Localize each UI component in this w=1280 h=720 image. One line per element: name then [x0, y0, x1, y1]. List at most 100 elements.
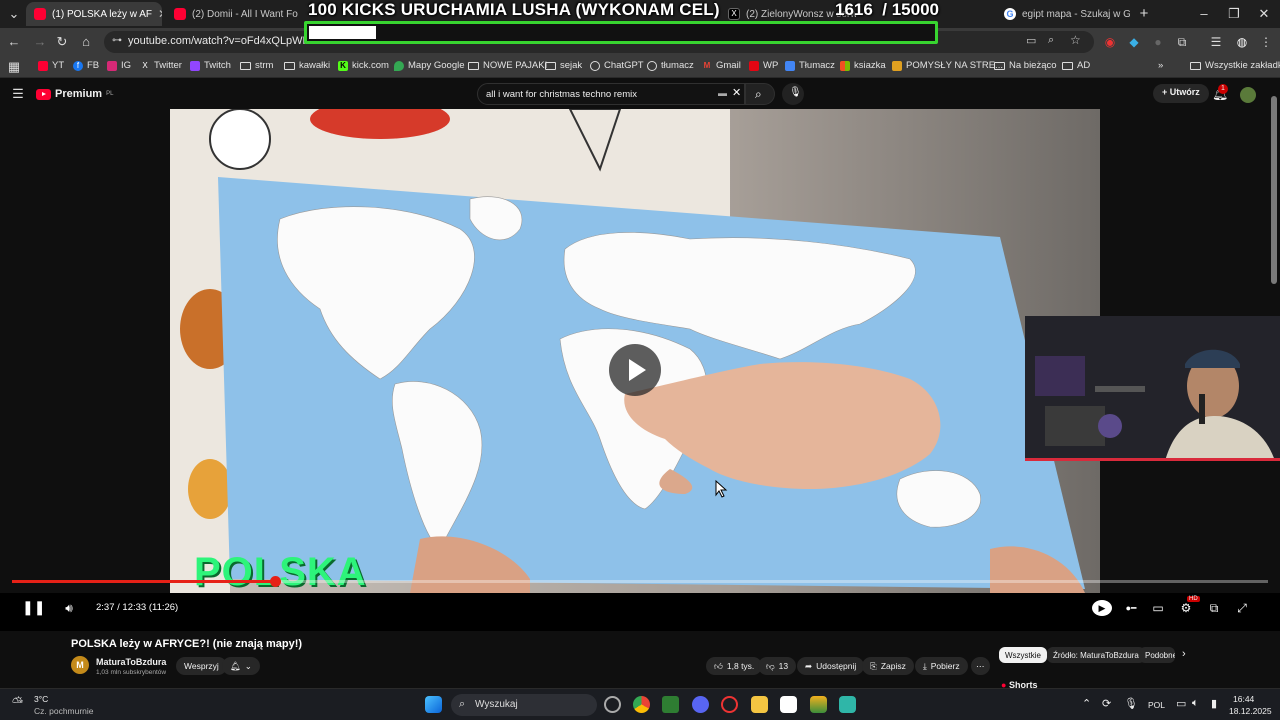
network-icon[interactable]: ▭ [1176, 697, 1186, 710]
close-window-icon[interactable]: ✕ [1256, 6, 1272, 22]
voice-search-button[interactable]: 🎙 [782, 83, 804, 105]
bookmark-star-icon[interactable]: ☆ [1070, 33, 1081, 47]
clock-date[interactable]: 18.12.2025 [1229, 706, 1272, 716]
tab-domii[interactable]: (2) Domii - All I Want For ✕ [166, 2, 298, 26]
like-button[interactable]: 👍︎ 1,8 tys. [706, 657, 763, 675]
bookmark-twitch[interactable]: Twitch [190, 60, 231, 71]
chrome-icon[interactable] [633, 696, 650, 713]
bookmark-strm[interactable]: strm [240, 60, 273, 71]
tab-polska-video[interactable]: (1) POLSKA leży w AF ✕ [26, 2, 162, 26]
discord-icon[interactable] [692, 696, 709, 713]
extension-icon[interactable]: ◆ [1126, 34, 1142, 50]
input-language[interactable]: POL [1148, 700, 1165, 710]
chip-source-channel[interactable]: Źródło: MaturaToBzdura [1047, 647, 1145, 663]
tray-overflow-icon[interactable]: ⌃ [1082, 697, 1091, 710]
record-extension-icon[interactable]: ◉ [1102, 34, 1118, 50]
more-actions-button[interactable]: ⋯ [971, 657, 990, 675]
apps-grid-icon[interactable]: ▦ [6, 59, 22, 75]
clock-time[interactable]: 16:44 [1233, 694, 1254, 704]
bookmarks-overflow-button[interactable]: » [1158, 60, 1163, 71]
all-bookmarks-button[interactable]: Wszystkie zakładki [1190, 60, 1280, 71]
extension-icon[interactable]: ● [1150, 34, 1166, 50]
windows-start-icon[interactable] [425, 696, 442, 713]
bookmark-pomysly[interactable]: POMYSŁY NA STRE... [892, 60, 1003, 71]
page-scrollbar[interactable] [1271, 96, 1277, 284]
tab-search-icon[interactable]: ⌄ [6, 6, 22, 22]
bookmark-ig[interactable]: IG [107, 60, 131, 71]
bookmark-fb[interactable]: f FB [73, 60, 99, 71]
subtitles-icon[interactable]: ▭ [1149, 600, 1167, 616]
battery-icon[interactable]: ▮ [1211, 697, 1217, 710]
tray-mic-icon[interactable]: 🎙︎ [1124, 697, 1138, 710]
notepad-icon[interactable] [839, 696, 856, 713]
tray-sync-icon[interactable]: ⟳ [1102, 697, 1111, 710]
site-info-icon[interactable]: ⊶ [112, 35, 122, 46]
autoplay-icon[interactable]: ▶ [1092, 600, 1112, 616]
subscription-bell-button[interactable]: 🔔︎ ⌄ [222, 657, 260, 675]
cast-icon[interactable]: ▭ [1026, 34, 1036, 47]
bookmark-yt[interactable]: YT [38, 60, 64, 71]
channel-name[interactable]: MaturaToBzdura [96, 657, 166, 667]
download-button[interactable]: ⤓ Pobierz [915, 657, 968, 675]
bookmark-gmail[interactable]: M Gmail [702, 60, 741, 71]
bookmark-tlumacz[interactable]: Tłumacz [785, 60, 835, 71]
bookmark-mapy-google[interactable]: Mapy Google [394, 60, 465, 71]
minimize-icon[interactable]: – [1196, 6, 1212, 22]
opera-icon[interactable] [721, 696, 738, 713]
obs-icon[interactable] [604, 696, 621, 713]
weather-icon[interactable]: ⛅︎ [12, 694, 23, 711]
reload-icon[interactable]: ↻ [54, 34, 70, 50]
save-button[interactable]: ⎘ Zapisz [862, 657, 914, 675]
volume-icon[interactable]: 🔊︎ [60, 600, 78, 616]
bookmark-twitter[interactable]: X Twitter [140, 60, 182, 71]
pause-icon[interactable]: ❚❚ [22, 599, 45, 615]
clear-search-icon[interactable]: ✕ [732, 86, 741, 99]
app-icon[interactable] [810, 696, 827, 713]
bookmark-na-biezaco[interactable]: Na bieżąco [994, 60, 1057, 71]
video-progress-handle[interactable] [269, 576, 281, 587]
bookmark-sejak[interactable]: sejak [545, 60, 582, 71]
bookmark-chatgpt[interactable]: ChatGPT [590, 60, 644, 71]
hamburger-menu-icon[interactable]: ☰ [10, 86, 26, 102]
search-button[interactable]: ⌕ [745, 83, 775, 105]
play-button-overlay[interactable] [609, 344, 661, 396]
chip-all[interactable]: Wszystkie [999, 647, 1047, 663]
youtube-search-input[interactable]: all i want for christmas techno remix ▬ … [477, 83, 745, 105]
support-button[interactable]: Wesprzyj [176, 657, 227, 675]
fullscreen-icon[interactable]: ⤢ [1233, 600, 1251, 616]
chips-next-icon[interactable]: › [1182, 648, 1186, 660]
bookmark-ad[interactable]: AD [1062, 60, 1090, 71]
account-avatar[interactable] [1240, 87, 1256, 103]
file-explorer-icon[interactable] [751, 696, 768, 713]
share-button[interactable]: ➦ Udostępnij [797, 657, 865, 675]
shield-app-icon[interactable] [662, 696, 679, 713]
create-button[interactable]: + Utwórz [1153, 84, 1209, 103]
bookmark-kick[interactable]: Kkick.com [338, 60, 389, 71]
bookmark-ksiazka[interactable]: ksiazka [840, 60, 886, 71]
zoom-icon[interactable]: ⌕ [1048, 34, 1054, 47]
chip-related[interactable]: Podobne [1139, 647, 1175, 663]
new-tab-button[interactable]: + [1136, 6, 1152, 22]
forward-icon[interactable]: → [32, 34, 48, 50]
youtube-premium-logo[interactable]: Premium PL [36, 88, 113, 100]
miniplayer-icon[interactable]: ⧉ [1205, 600, 1223, 616]
home-icon[interactable]: ⌂ [78, 34, 94, 50]
profile-icon[interactable]: ◍ [1234, 34, 1250, 50]
channel-avatar[interactable]: M [71, 656, 89, 674]
maximize-icon[interactable]: ❐ [1226, 6, 1242, 22]
settings-gear-icon[interactable]: ⚙ [1177, 600, 1195, 616]
video-progress-bar[interactable] [12, 576, 1268, 587]
bookmark-tlumacz-gpt[interactable]: tłumacz [647, 60, 694, 71]
bookmark-wp[interactable]: WP [749, 60, 778, 71]
dislike-button[interactable]: 👎︎ 13 [758, 657, 797, 675]
bookmark-kawalki[interactable]: kawałki [284, 60, 330, 71]
close-icon[interactable]: ✕ [158, 7, 162, 21]
volume-tray-icon[interactable]: 🔈︎ [1192, 697, 1199, 710]
back-icon[interactable]: ← [6, 34, 22, 50]
extensions-puzzle-icon[interactable]: ⧉ [1174, 34, 1190, 50]
bookmark-nowe-pajaki[interactable]: NOWE PAJAKI [468, 60, 547, 71]
capcut-icon[interactable] [780, 696, 797, 713]
autoplay-toggle[interactable]: ●━ [1122, 600, 1140, 616]
keyboard-icon[interactable]: ▬ [718, 88, 727, 98]
reading-list-icon[interactable]: ☰ [1208, 34, 1224, 50]
